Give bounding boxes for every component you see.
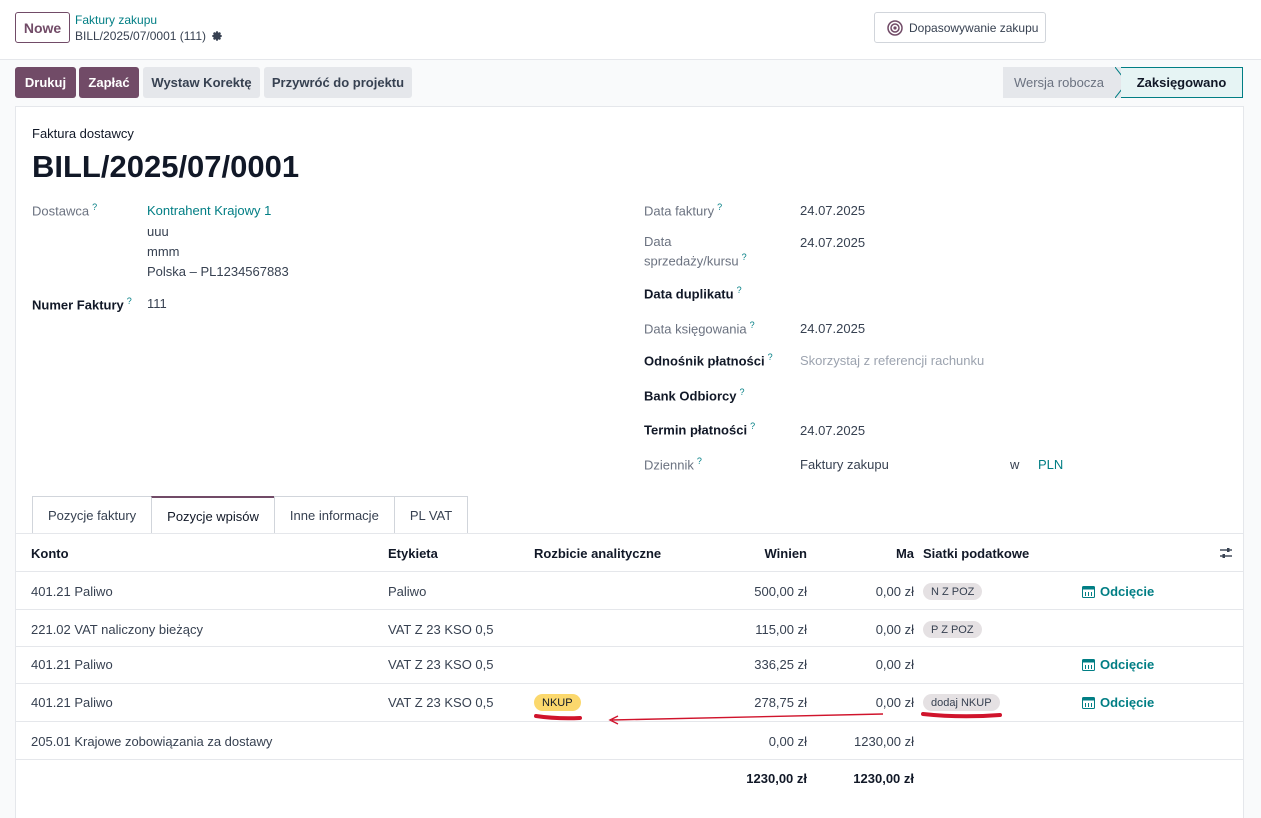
total-credit: 1230,00 zł bbox=[853, 771, 914, 786]
currency-field[interactable]: PLN bbox=[1038, 457, 1063, 472]
vendor-address-line2: mmm bbox=[147, 244, 180, 259]
purchase-matching-button[interactable]: Dopasowywanie zakupu bbox=[874, 12, 1046, 43]
row-account: 221.02 VAT naliczony bieżący bbox=[31, 622, 203, 637]
pay-button[interactable]: Zapłać bbox=[79, 67, 139, 98]
tax-grid-badge: N Z POZ bbox=[923, 583, 983, 600]
row-account: 401.21 Paliwo bbox=[31, 695, 113, 710]
calendar-icon bbox=[1082, 659, 1095, 671]
gear-icon[interactable] bbox=[211, 30, 223, 42]
col-tax-grids[interactable]: Siatki podatkowe bbox=[923, 546, 1029, 561]
row-label: VAT Z 23 KSO 0,5 bbox=[388, 657, 494, 672]
bill-reference-field[interactable]: 111 bbox=[147, 296, 167, 311]
optional-columns-icon[interactable] bbox=[1219, 546, 1233, 560]
tax-grid-badge: dodaj NKUP bbox=[923, 694, 1000, 711]
cutoff-label: Odcięcie bbox=[1100, 584, 1155, 599]
journal-label: Dziennik? bbox=[644, 456, 702, 473]
row-label: Paliwo bbox=[388, 584, 427, 599]
breadcrumb-current: BILL/2025/07/0001 (111) bbox=[75, 29, 223, 43]
tab-journal-items[interactable]: Pozycje wpisów bbox=[151, 496, 275, 534]
print-button[interactable]: Drukuj bbox=[15, 67, 76, 98]
vendor-address-line1: uuu bbox=[147, 224, 169, 239]
journal-in-text: w bbox=[1010, 457, 1020, 472]
due-date-field[interactable]: 24.07.2025 bbox=[800, 423, 865, 438]
notebook-tabs: Pozycje faktury Pozycje wpisów Inne info… bbox=[32, 496, 469, 534]
row-credit: 0,00 zł bbox=[875, 622, 914, 637]
vendor-label: Dostawca? bbox=[32, 202, 98, 219]
cutoff-label: Odcięcie bbox=[1100, 695, 1155, 710]
cutoff-button[interactable]: Odcięcie bbox=[1082, 584, 1154, 599]
row-credit: 0,00 zł bbox=[875, 695, 914, 710]
totals-row: 1230,00 zł 1230,00 zł bbox=[16, 759, 1243, 795]
due-date-label: Termin płatności? bbox=[644, 421, 756, 438]
vendor-address-line3: Polska – PL1234567883 bbox=[147, 264, 289, 279]
col-credit[interactable]: Ma bbox=[836, 546, 914, 561]
page-title: BILL/2025/07/0001 bbox=[32, 149, 300, 184]
row-label: VAT Z 23 KSO 0,5 bbox=[388, 622, 494, 637]
row-debit: 0,00 zł bbox=[768, 734, 807, 749]
total-debit: 1230,00 zł bbox=[746, 771, 807, 786]
payment-reference-label: Odnośnik płatności? bbox=[644, 352, 773, 369]
tab-invoice-lines[interactable]: Pozycje faktury bbox=[32, 496, 153, 533]
col-account[interactable]: Konto bbox=[31, 546, 69, 561]
cutoff-button[interactable]: Odcięcie bbox=[1082, 695, 1154, 710]
control-panel: Nowe Faktury zakupu BILL/2025/07/0001 (1… bbox=[0, 0, 1261, 60]
payment-reference-input[interactable]: Skorzystaj z referencji rachunku bbox=[800, 353, 984, 368]
reset-to-draft-button[interactable]: Przywróć do projektu bbox=[264, 67, 412, 98]
vendor-link[interactable]: Kontrahent Krajowy 1 bbox=[147, 203, 271, 218]
analytic-badge: NKUP bbox=[534, 694, 581, 711]
document-type: Faktura dostawcy bbox=[32, 126, 134, 141]
col-analytic[interactable]: Rozbicie analityczne bbox=[534, 546, 661, 561]
row-debit: 336,25 zł bbox=[754, 657, 807, 672]
col-label[interactable]: Etykieta bbox=[388, 546, 438, 561]
row-account: 205.01 Krajowe zobowiązania za dostawy bbox=[31, 734, 273, 749]
sale-date-label-line2: sprzedaży/kursu? bbox=[644, 252, 747, 269]
sale-date-field[interactable]: 24.07.2025 bbox=[800, 235, 865, 250]
credit-note-button[interactable]: Wystaw Korektę bbox=[143, 67, 260, 98]
row-account: 401.21 Paliwo bbox=[31, 584, 113, 599]
tax-grid-badge: P Z POZ bbox=[923, 621, 982, 638]
tab-other-info[interactable]: Inne informacje bbox=[273, 496, 395, 533]
status-posted[interactable]: Zaksięgowano bbox=[1121, 67, 1243, 98]
recipient-bank-label: Bank Odbiorcy? bbox=[644, 387, 745, 404]
new-button[interactable]: Nowe bbox=[15, 12, 70, 43]
accounting-date-label: Data księgowania? bbox=[644, 320, 755, 337]
table-header: Konto Etykieta Rozbicie analityczne Wini… bbox=[16, 533, 1243, 571]
invoice-date-label: Data faktury? bbox=[644, 202, 723, 219]
accounting-date-field[interactable]: 24.07.2025 bbox=[800, 321, 865, 336]
row-credit: 0,00 zł bbox=[875, 584, 914, 599]
breadcrumb-parent-link[interactable]: Faktury zakupu bbox=[75, 13, 157, 27]
invoice-date-field[interactable]: 24.07.2025 bbox=[800, 203, 865, 218]
row-debit: 500,00 zł bbox=[754, 584, 807, 599]
row-debit: 115,00 zł bbox=[755, 622, 807, 637]
col-debit[interactable]: Winien bbox=[706, 546, 808, 561]
status-bar: Wersja robocza Zaksięgowano bbox=[1003, 67, 1243, 98]
row-credit: 1230,00 zł bbox=[854, 734, 914, 749]
row-credit: 0,00 zł bbox=[875, 657, 914, 672]
sale-date-label-line1: Data bbox=[644, 234, 672, 249]
breadcrumb-current-label: BILL/2025/07/0001 (111) bbox=[75, 29, 206, 43]
journal-field[interactable]: Faktury zakupu bbox=[800, 457, 889, 472]
table-row[interactable]: 221.02 VAT naliczony bieżący VAT Z 23 KS… bbox=[16, 609, 1243, 646]
target-icon bbox=[887, 19, 903, 36]
cutoff-button[interactable]: Odcięcie bbox=[1082, 657, 1154, 672]
purchase-matching-label: Dopasowywanie zakupu bbox=[909, 20, 1039, 35]
table-row[interactable]: 205.01 Krajowe zobowiązania za dostawy 0… bbox=[16, 721, 1243, 759]
calendar-icon bbox=[1082, 586, 1095, 598]
row-label: VAT Z 23 KSO 0,5 bbox=[388, 695, 494, 710]
cutoff-label: Odcięcie bbox=[1100, 657, 1155, 672]
calendar-icon bbox=[1082, 697, 1095, 709]
form-sheet: Faktura dostawcy BILL/2025/07/0001 Dosta… bbox=[15, 106, 1244, 818]
duplicate-date-label: Data duplikatu? bbox=[644, 285, 742, 302]
row-debit: 278,75 zł bbox=[754, 695, 807, 710]
row-account: 401.21 Paliwo bbox=[31, 657, 113, 672]
bill-reference-label: Numer Faktury? bbox=[32, 296, 132, 313]
status-draft[interactable]: Wersja robocza bbox=[1003, 67, 1121, 98]
table-row[interactable]: 401.21 Paliwo VAT Z 23 KSO 0,5 336,25 zł… bbox=[16, 646, 1243, 683]
table-row[interactable]: 401.21 Paliwo Paliwo 500,00 zł 0,00 zł N… bbox=[16, 571, 1243, 609]
tab-pl-vat[interactable]: PL VAT bbox=[393, 496, 469, 533]
table-row[interactable]: 401.21 Paliwo VAT Z 23 KSO 0,5 NKUP 278,… bbox=[16, 683, 1243, 721]
